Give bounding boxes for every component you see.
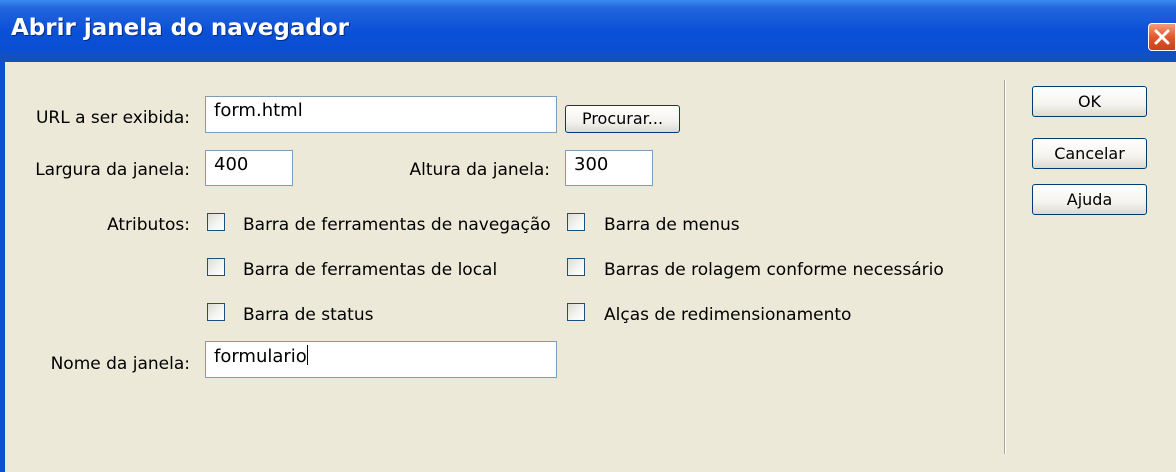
checkbox-status-bar-label: Barra de status [243,305,374,325]
url-input[interactable]: form.html [205,96,557,133]
checkbox-location-toolbar-label: Barra de ferramentas de local [243,260,498,280]
window-name-input-value: formulario [214,346,307,367]
cancel-button[interactable]: Cancelar [1032,138,1147,169]
ok-button[interactable]: OK [1032,86,1147,117]
height-input[interactable]: 300 [565,150,653,186]
checkbox-status-bar[interactable] [207,303,225,321]
width-label: Largura da janela: [35,160,190,180]
attributes-label: Atributos: [107,215,190,235]
close-button[interactable] [1148,23,1176,51]
checkbox-menu-bar[interactable] [567,213,585,231]
window-frame-left [0,62,5,472]
width-input-value: 400 [214,154,249,175]
checkbox-scrollbars[interactable] [567,258,585,276]
name-label: Nome da janela: [50,354,190,374]
window-name-input[interactable]: formulario [205,341,557,378]
checkbox-scrollbars-label: Barras de rolagem conforme necessário [604,260,944,280]
checkbox-resize-handles[interactable] [567,303,585,321]
checkbox-menu-bar-label: Barra de menus [604,215,740,235]
close-icon [1154,29,1170,45]
height-input-value: 300 [574,154,609,175]
checkbox-location-toolbar[interactable] [207,258,225,276]
url-label: URL a ser exibida: [35,108,190,128]
window-title: Abrir janela do navegador [11,15,349,41]
url-input-value: form.html [214,100,303,121]
checkbox-navigation-toolbar-label: Barra de ferramentas de navegação [243,215,551,235]
help-button[interactable]: Ajuda [1032,184,1147,215]
title-bar[interactable]: Abrir janela do navegador [0,0,1176,62]
dialog-window: Abrir janela do navegador URL a ser exib… [0,0,1176,472]
browse-button[interactable]: Procurar... [565,105,680,133]
text-caret [306,345,308,365]
vertical-separator [1004,80,1006,454]
checkbox-resize-handles-label: Alças de redimensionamento [604,305,852,325]
width-input[interactable]: 400 [205,150,293,186]
height-label: Altura da janela: [409,160,550,180]
checkbox-navigation-toolbar[interactable] [207,213,225,231]
